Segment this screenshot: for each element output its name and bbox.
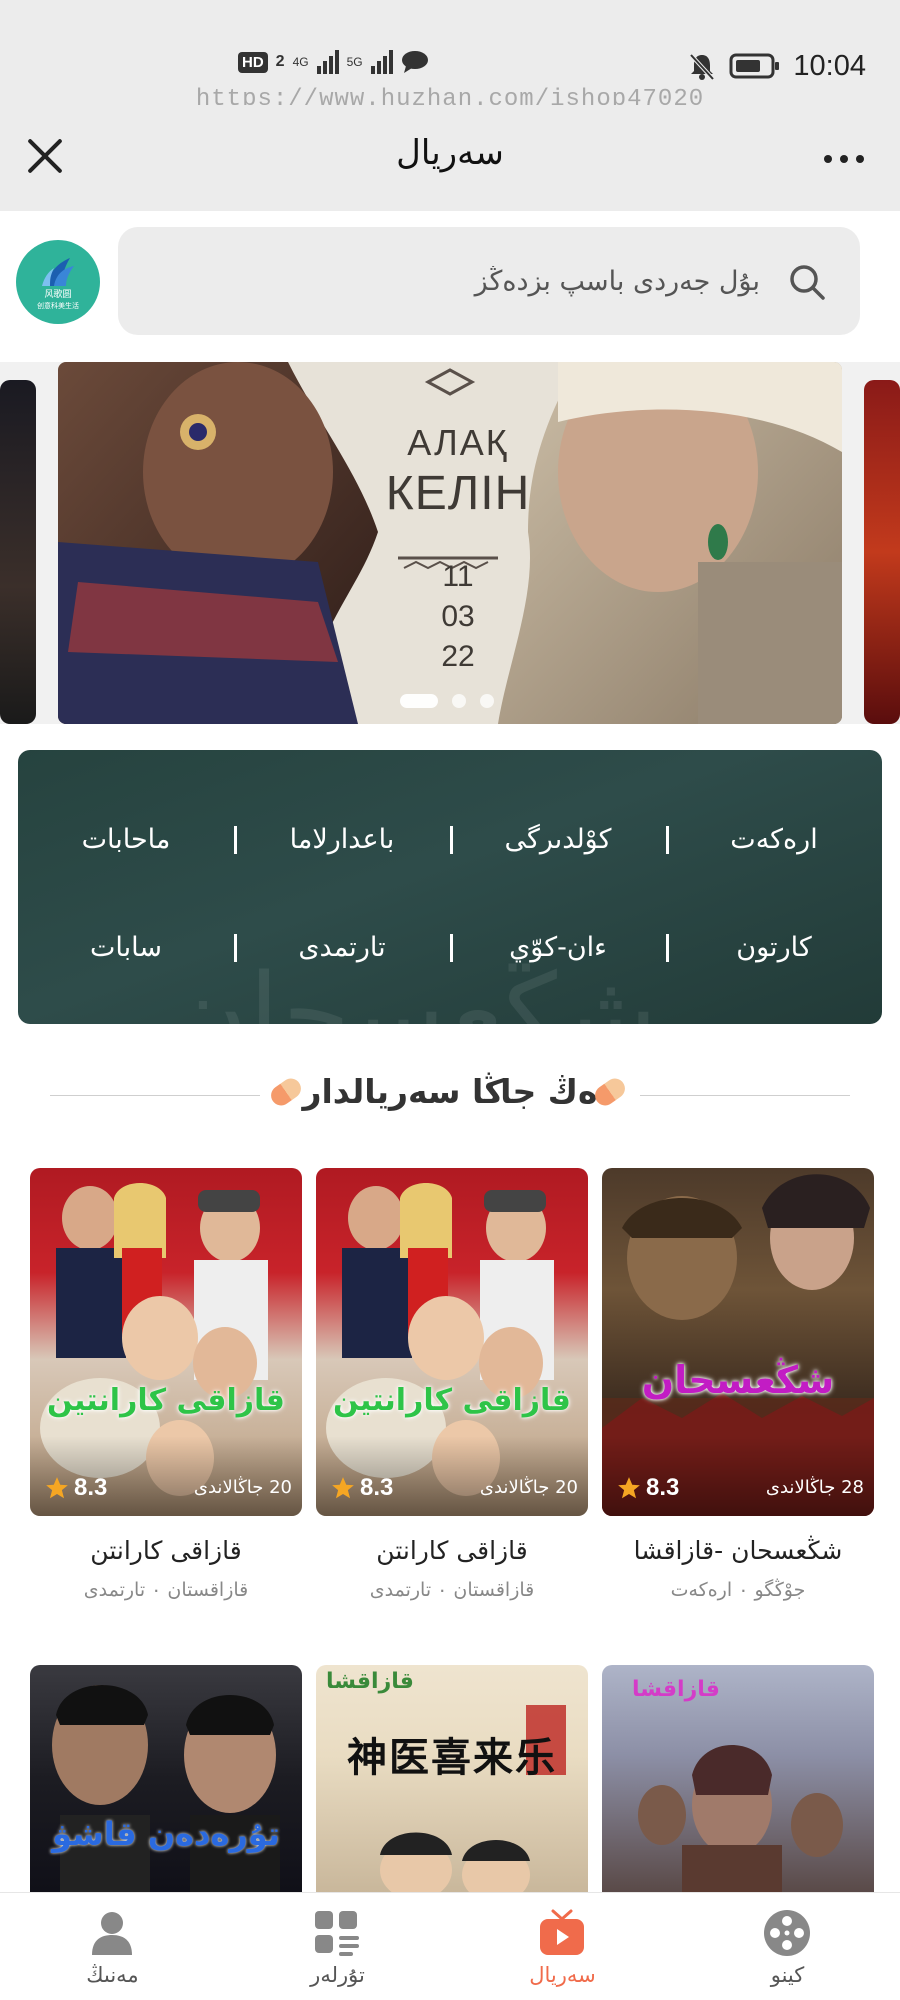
series-poster[interactable]: قازاقى كارانتين 8.3 20 جاڭالاندى [30,1168,302,1516]
poster-label-text: قازاقشا [632,1677,720,1702]
nav-user[interactable]: مەنىڭ [0,1893,225,2000]
divider [640,1095,850,1096]
series-meta: جوْڭگو ۰ ارەكەت [670,1579,806,1601]
series-card[interactable]: قازاقشا 神医喜来乐 [316,1665,588,1892]
section-title: ەڭ جاڭا سەريالدار [302,1072,598,1111]
series-card[interactable]: قازاقى كارانتين 8.3 20 جاڭالاندى قازاقى … [316,1168,588,1601]
category-row: كارتون ءان-كوّي تارتمدى سابات [18,918,882,978]
app-header: سەريال [0,105,900,211]
series-poster[interactable]: قازاقشا [602,1665,874,1892]
category-music[interactable]: ءان-كوّي [450,918,666,978]
network-4g-label: 4G [292,55,309,69]
network-5g-label: 5G [346,55,363,69]
carousel-dot[interactable] [480,694,494,708]
user-icon [92,1912,132,1955]
category-cartoon[interactable]: كارتون [666,918,882,978]
series-poster[interactable]: شڭعسحان 8.3 28 جاڭالاندى [602,1168,874,1516]
search-input[interactable] [142,255,760,307]
series-poster[interactable]: قازاقشا 神医喜来乐 [316,1665,588,1892]
star-icon [332,1477,354,1499]
banner-caption: АЛАҚ КЕЛІН 11 03 22 [385,422,531,673]
nav-categories[interactable]: تۇرلەر [225,1893,450,2000]
category-sport[interactable]: سابات [18,918,234,978]
poster-title-text: قازاقى كارانتين [47,1383,285,1418]
search-icon[interactable] [788,263,826,301]
category-comedy[interactable]: كوْلدىرگى [450,810,666,870]
logo-text: 风歌圆 创意科美生活 [37,290,79,310]
tv-play-icon [540,1909,584,1955]
clock: 10:04 [793,49,866,82]
category-panel: شڭعسحان ارەكەت كوْلدىرگى باعدارلاما ماحا… [18,750,882,1024]
category-drama[interactable]: تارتمدى [234,918,450,978]
rating: 8.3 [616,1474,679,1502]
poster-title-text: شڭعسحان [641,1358,835,1402]
app-logo[interactable]: 风歌圆 创意科美生活 [16,240,100,324]
search-bar[interactable] [118,227,860,335]
network-indicators: HD 2 4G 5G [238,50,429,74]
chat-bubble-icon [401,51,428,73]
mute-bell-icon [689,53,715,81]
rating: 8.3 [330,1474,393,1502]
page-title: سەريال [396,133,504,173]
category-action[interactable]: ارەكەت [666,810,882,870]
banner-slide-prev[interactable] [0,380,36,724]
category-show[interactable]: باعدارلاما [234,810,450,870]
more-dots-icon[interactable] [824,155,864,163]
nav-series[interactable]: سەريال [450,1893,675,2000]
episode-count: 20 جاڭالاندى [193,1477,292,1498]
poster-artwork [52,1685,280,1892]
star-icon [46,1477,68,1499]
series-title[interactable]: شڭعسحان -قازاقشا [602,1536,874,1565]
battery-icon [729,53,780,79]
signal-icon [316,50,339,74]
series-poster[interactable]: تۇرەدەن قاشۋ [30,1665,302,1892]
carousel-dot-active[interactable] [400,694,438,708]
status-bar: HD 2 4G 5G 10:04 https://www.huzhan.com/… [0,0,900,113]
series-card[interactable]: شڭعسحان 8.3 28 جاڭالاندى شڭعسحان -قازاقش… [602,1168,874,1601]
film-reel-icon [764,1910,810,1956]
star-icon [618,1477,640,1499]
carousel-dots [400,694,494,708]
poster-title-text: تۇرەدەن قاشۋ [52,1815,280,1853]
category-row: ارەكەت كوْلدىرگى باعدارلاما ماحابات [18,810,882,870]
banner-slide-current[interactable]: АЛАҚ КЕЛІН 11 03 22 [58,362,842,724]
carousel-dot[interactable] [452,694,466,708]
grid-list-icon [315,1911,359,1956]
poster-chinese-title: 神医喜来乐 [347,1734,557,1781]
nav-movies[interactable]: كينو [675,1893,900,2000]
banner-carousel[interactable]: АЛАҚ КЕЛІН 11 03 22 [0,362,900,724]
series-card[interactable]: تۇرەدەن قاشۋ [30,1665,302,1892]
series-title[interactable]: قازاقى كارانتن [30,1536,302,1565]
sim-slot: 2 [275,53,285,70]
rating: 8.3 [44,1474,107,1502]
series-title[interactable]: قازاقى كارانتن [316,1536,588,1565]
series-meta: قازاقستان ۰ تارتمدى [369,1579,535,1601]
episode-count: 28 جاڭالاندى [765,1477,864,1498]
bottom-navigation: مەنىڭ تۇرلەر سەريال كينو [0,1892,900,2000]
hd-badge: HD [238,51,268,73]
series-poster[interactable]: قازاقى كارانتين 8.3 20 جاڭالاندى [316,1168,588,1516]
category-romance[interactable]: ماحابات [18,810,234,870]
episode-count: 20 جاڭالاندى [479,1477,578,1498]
section-header: ەڭ جاڭا سەريالدار [50,1070,850,1120]
banner-slide-next[interactable] [864,380,900,724]
series-card[interactable]: قازاقشا [602,1665,874,1892]
poster-label-text: قازاقشا [326,1669,414,1694]
signal-icon [370,50,393,74]
series-card[interactable]: قازاقى كارانتين 8.3 20 جاڭالاندى قازاقى … [30,1168,302,1601]
series-meta: قازاقستان ۰ تارتمدى [83,1579,249,1601]
poster-title-text: قازاقى كارانتين [333,1383,571,1418]
